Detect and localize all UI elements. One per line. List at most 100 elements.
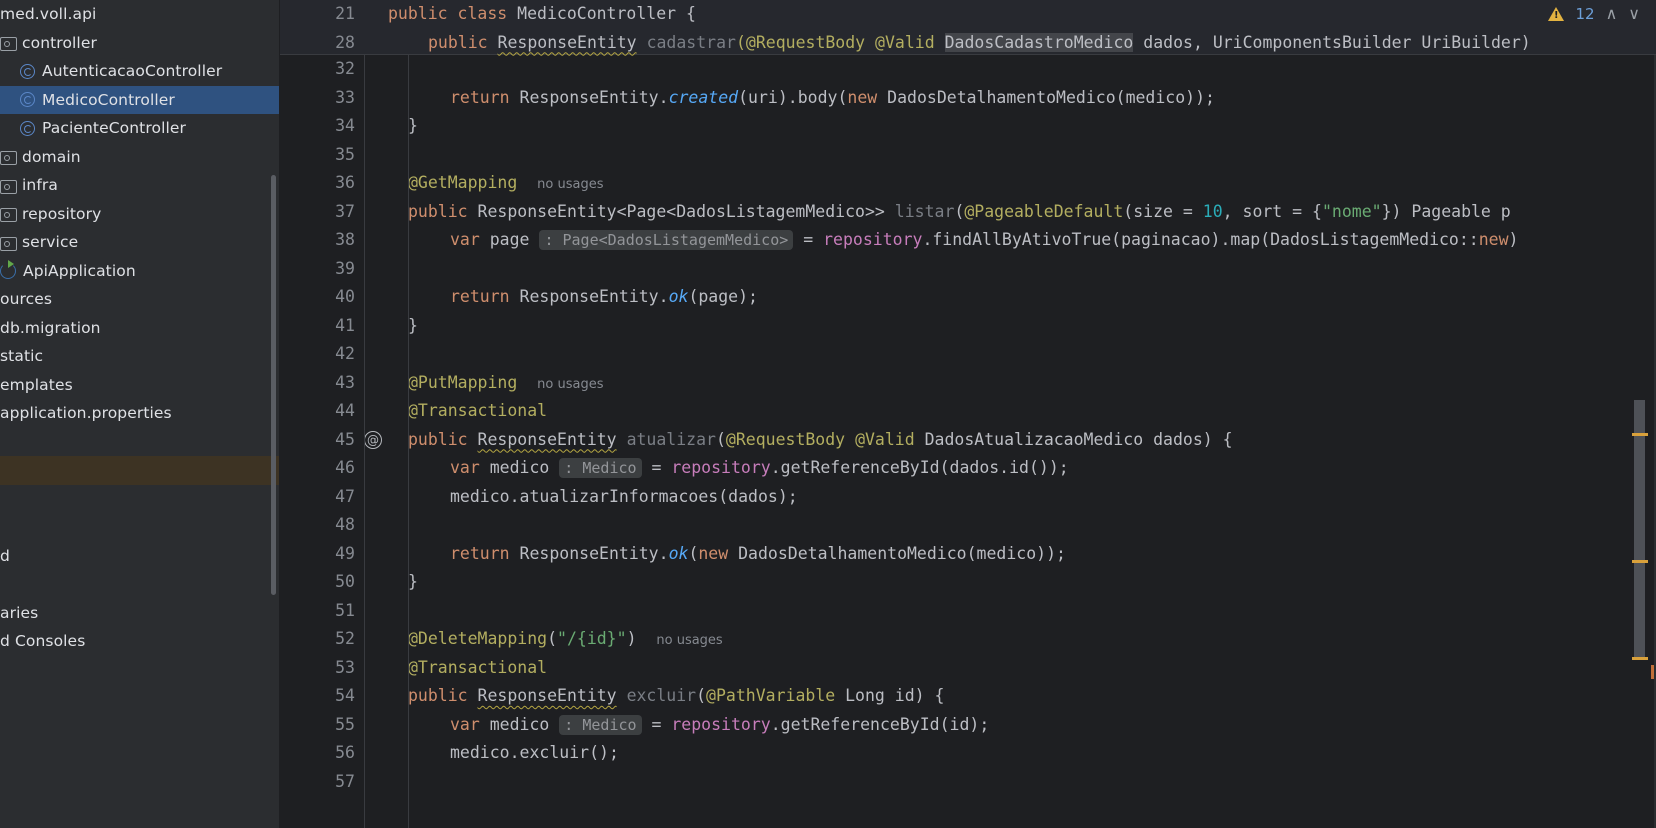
code-text: medico.atualizarInformacoes(dados); (450, 486, 798, 506)
tree-item-label: AutenticacaoController (42, 62, 223, 81)
tree-item-scratches-and-consoles[interactable]: d Consoles (0, 627, 280, 656)
code-line[interactable]: 48 (280, 511, 1656, 540)
tree-item-blank-4[interactable] (0, 570, 280, 599)
tree-item-medicocontroller[interactable]: MedicoController (0, 85, 280, 114)
code-line[interactable]: 36 @GetMapping no usages (280, 169, 1656, 198)
code-line[interactable]: 57 (280, 768, 1656, 797)
warning-marker[interactable] (1632, 433, 1648, 436)
tree-item-apiapplication[interactable]: ApiApplication (0, 257, 280, 286)
indent-guide (408, 55, 409, 828)
sticky-line-21-code: public class MedicoController { (388, 4, 696, 23)
tree-item-infra[interactable]: infra (0, 171, 280, 200)
code-line[interactable]: 44 @Transactional (280, 397, 1656, 426)
tree-item-blank-2[interactable] (0, 485, 280, 514)
folder-icon (0, 36, 17, 52)
warning-marker[interactable] (1632, 560, 1648, 563)
chevron-up-icon[interactable]: ∧ (1606, 4, 1618, 23)
tree-item-label: application.properties (0, 404, 172, 423)
code-line[interactable]: 41 } (280, 312, 1656, 341)
code-line[interactable]: 45 @ public ResponseEntity atualizar(@Re… (280, 426, 1656, 455)
line-number: 56 (335, 743, 355, 762)
editor-scrollbar-thumb[interactable] (1634, 400, 1645, 657)
line-number: 35 (335, 144, 355, 164)
tree-item-application-properties[interactable]: application.properties (0, 399, 280, 428)
code-text: medico.excluir(); (450, 743, 619, 762)
code-text: var medico : Medico = repository.getRefe… (450, 714, 990, 735)
tree-item-blank-3[interactable] (0, 513, 280, 542)
folder-icon (0, 150, 17, 166)
tree-item-label: repository (22, 204, 102, 223)
tree-item-service[interactable]: service (0, 228, 280, 257)
code-line[interactable]: 49 return ResponseEntity.ok(new DadosDet… (280, 540, 1656, 569)
line-number: 44 (335, 401, 355, 420)
line-number: 49 (335, 543, 355, 563)
class-icon (20, 120, 35, 136)
code-line[interactable]: 33 return ResponseEntity.created(uri).bo… (280, 84, 1656, 113)
code-text: return ResponseEntity.ok(new DadosDetalh… (450, 543, 1066, 563)
at-gutter-icon[interactable]: @ (364, 430, 382, 449)
code-line[interactable]: 47 medico.atualizarInformacoes(dados); (280, 483, 1656, 512)
line-number: 39 (335, 258, 355, 278)
tree-item-label: controller (22, 33, 97, 52)
code-line[interactable]: 56 medico.excluir(); (280, 739, 1656, 768)
code-line[interactable]: 37 public ResponseEntity<Page<DadosLista… (280, 198, 1656, 227)
inlay-type-hint: : Medico (559, 714, 642, 735)
tree-item-label: med.voll.api (0, 5, 97, 24)
tree-item-label: static (0, 347, 44, 366)
line-number: 57 (335, 771, 355, 791)
code-text: return ResponseEntity.created(uri).body(… (450, 87, 1215, 107)
tree-item-label: ApiApplication (23, 261, 136, 280)
tree-item-static[interactable]: static (0, 342, 280, 371)
code-text: public ResponseEntity atualizar(@Request… (408, 429, 1233, 449)
gutter-separator (364, 55, 365, 828)
code-line[interactable]: 51 (280, 597, 1656, 626)
line-number: 46 (335, 458, 355, 477)
line-number: 52 (335, 629, 355, 648)
code-line[interactable]: 53 @Transactional (280, 654, 1656, 683)
tree-item-domain[interactable]: domain (0, 143, 280, 172)
chevron-down-icon[interactable]: ∨ (1628, 4, 1640, 23)
line-number: 51 (335, 600, 355, 620)
tree-item-templates[interactable]: emplates (0, 371, 280, 400)
tree-item-highlighted[interactable] (0, 456, 280, 485)
code-line[interactable]: 34 } (280, 112, 1656, 141)
code-line[interactable]: 55 var medico : Medico = repository.getR… (280, 711, 1656, 740)
code-line[interactable]: 35 (280, 141, 1656, 170)
code-line[interactable]: 43 @PutMapping no usages (280, 369, 1656, 398)
code-line[interactable]: 52 @DeleteMapping("/{id}") no usages (280, 625, 1656, 654)
tree-item-db-migration[interactable]: db.migration (0, 314, 280, 343)
tree-item-label: emplates (0, 375, 73, 394)
line-number: 47 (335, 486, 355, 506)
code-lines-container[interactable]: 32 33 return ResponseEntity.created(uri)… (280, 55, 1656, 828)
code-line[interactable]: 40 return ResponseEntity.ok(page); (280, 283, 1656, 312)
project-tree-panel[interactable]: med.voll.api controller AutenticacaoCont… (0, 0, 280, 828)
code-line[interactable]: 32 (280, 55, 1656, 84)
code-text: @DeleteMapping("/{id}") no usages (408, 629, 723, 648)
tree-item-resources[interactable]: ources (0, 285, 280, 314)
tree-item-external-libraries[interactable]: aries (0, 599, 280, 628)
tree-item-build[interactable]: d (0, 542, 280, 571)
code-line[interactable]: 54 public ResponseEntity excluir(@PathVa… (280, 682, 1656, 711)
editor-scrollbar-track[interactable] (1632, 0, 1651, 828)
tree-item-package[interactable]: med.voll.api (0, 0, 280, 29)
code-line[interactable]: 39 (280, 255, 1656, 284)
code-editor[interactable]: 21 public class MedicoController { 28 pu… (280, 0, 1656, 828)
code-line[interactable]: 42 (280, 340, 1656, 369)
code-line[interactable]: 38 var page : Page<DadosListagemMedico> … (280, 226, 1656, 255)
sidebar-scrollbar[interactable] (271, 175, 276, 595)
line-number: 42 (335, 344, 355, 363)
inspection-status-widget[interactable]: 12 ∧ ∨ (1548, 0, 1640, 27)
tree-item-label: db.migration (0, 318, 101, 337)
sticky-line-28-code: public ResponseEntity cadastrar(@Request… (428, 32, 1531, 52)
line-number: 43 (335, 372, 355, 392)
tree-item-pacientecontroller[interactable]: PacienteController (0, 114, 280, 143)
code-line[interactable]: 50 } (280, 568, 1656, 597)
tree-item-controller-folder[interactable]: controller (0, 29, 280, 58)
tree-item-blank-1[interactable] (0, 428, 280, 457)
tree-item-label: domain (22, 147, 81, 166)
tree-item-repository[interactable]: repository (0, 200, 280, 229)
code-line[interactable]: 46 var medico : Medico = repository.getR… (280, 454, 1656, 483)
tree-item-autenticacaocontroller[interactable]: AutenticacaoController (0, 57, 280, 86)
tree-item-label: service (22, 233, 79, 252)
warning-marker[interactable] (1632, 657, 1648, 660)
